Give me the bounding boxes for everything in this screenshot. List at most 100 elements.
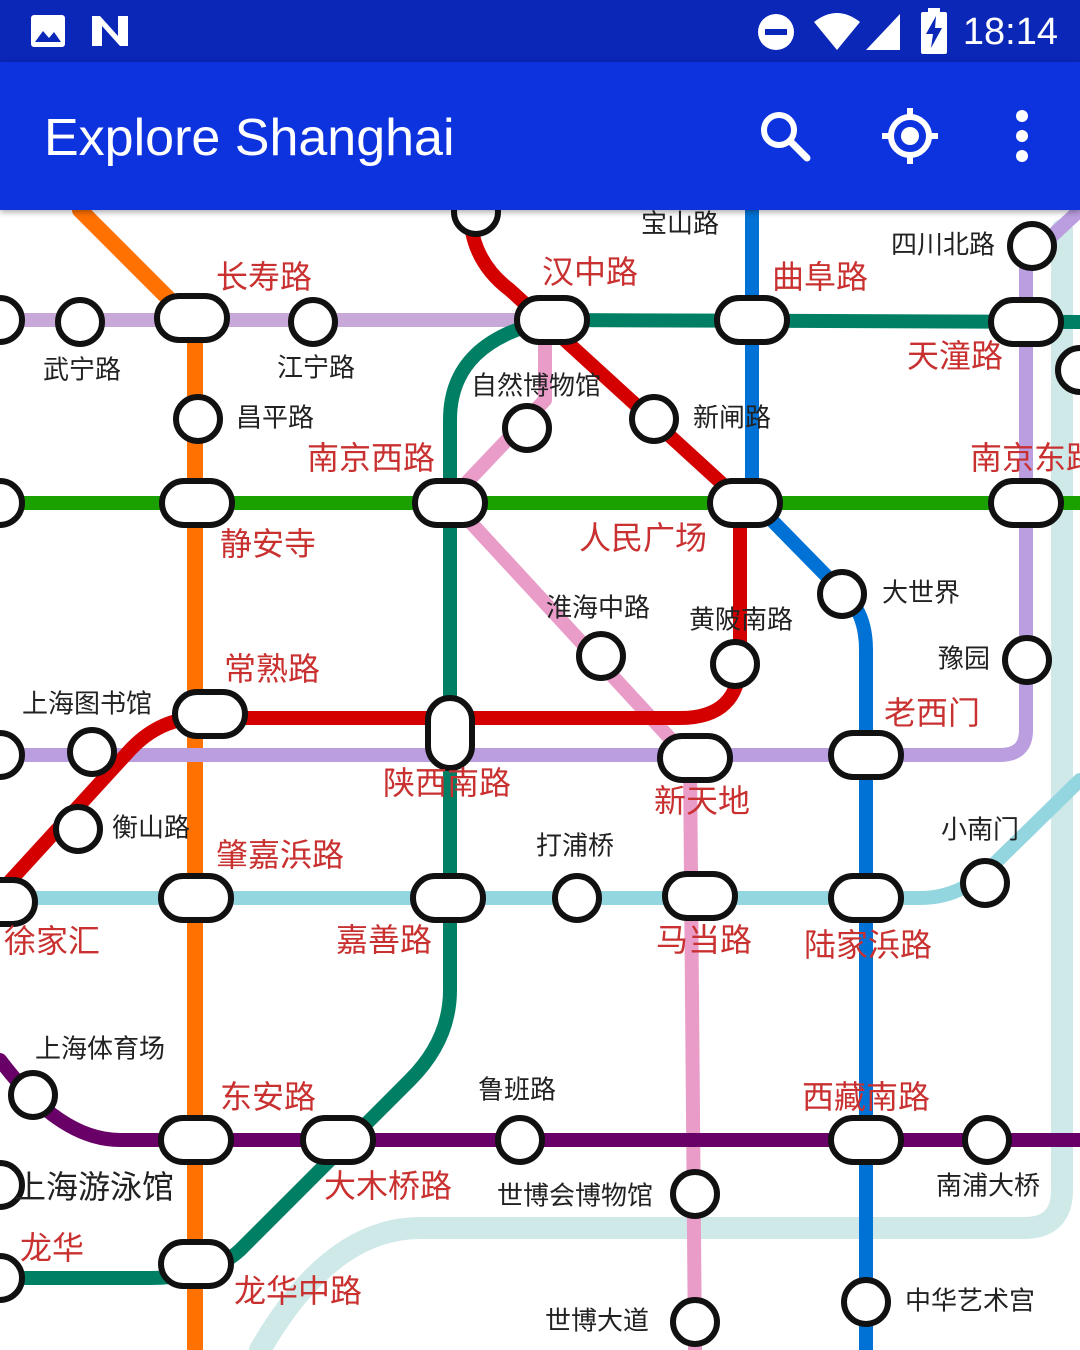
station-label[interactable]: 东安路 — [220, 1078, 316, 1116]
station-node[interactable] — [8, 1070, 58, 1120]
station-node[interactable] — [710, 639, 760, 689]
interchange-station-node[interactable] — [425, 695, 475, 771]
more-vert-icon[interactable] — [992, 106, 1052, 166]
interchange-station-node[interactable] — [159, 478, 235, 528]
station-label[interactable]: 中华艺术宫 — [905, 1287, 1035, 1317]
station-node[interactable] — [576, 631, 626, 681]
interchange-station-node[interactable] — [707, 478, 783, 528]
station-label[interactable]: 陕西南路 — [383, 764, 511, 802]
station-node[interactable] — [960, 858, 1010, 908]
interchange-station-node[interactable] — [158, 873, 234, 923]
station-node[interactable] — [67, 727, 117, 777]
station-node[interactable] — [55, 297, 105, 347]
edge-station-node[interactable] — [0, 730, 25, 780]
interchange-station-node[interactable] — [657, 733, 733, 783]
station-label[interactable]: 龙华中路 — [234, 1272, 362, 1310]
station-label[interactable]: 汉中路 — [542, 253, 638, 291]
station-label[interactable]: 自然博物馆 — [471, 372, 601, 402]
station-label[interactable]: 大木桥路 — [324, 1167, 452, 1205]
my-location-icon[interactable] — [880, 106, 940, 166]
station-label[interactable]: 西藏南路 — [802, 1078, 930, 1116]
search-icon[interactable] — [755, 106, 815, 166]
edge-station-node[interactable] — [1055, 345, 1080, 395]
clock: 18:14 — [962, 11, 1058, 53]
station-label[interactable]: 马当路 — [656, 921, 752, 959]
station-label[interactable]: 昌平路 — [236, 404, 314, 434]
station-label[interactable]: 静安寺 — [220, 525, 316, 563]
station-node[interactable] — [495, 1115, 545, 1165]
station-node[interactable] — [670, 1297, 720, 1347]
station-label[interactable]: 四川北路 — [891, 231, 995, 261]
station-label[interactable]: 世博大道 — [545, 1307, 649, 1337]
station-node[interactable] — [552, 873, 602, 923]
station-label[interactable]: 上海体育场 — [35, 1035, 165, 1065]
interchange-station-node[interactable] — [158, 1239, 234, 1289]
station-label[interactable]: 黄陂南路 — [689, 606, 793, 636]
interchange-station-node[interactable] — [828, 1115, 904, 1165]
interchange-station-node[interactable] — [410, 873, 486, 923]
do-not-disturb-icon — [758, 14, 794, 50]
station-label[interactable]: 陆家浜路 — [804, 926, 932, 964]
station-node[interactable] — [1002, 635, 1052, 685]
station-label[interactable]: 打浦桥 — [536, 832, 614, 862]
station-label[interactable]: 龙华 — [20, 1229, 84, 1267]
metro-map[interactable]: 宝山路四川北路汉中路 曲阜路 长寿路武宁路 江宁路 天潼路自然博物馆新闸路 昌平路南京西路… — [0, 210, 1080, 1350]
station-label[interactable]: 长寿路 — [216, 258, 312, 296]
station-label[interactable]: 曲阜路 — [772, 258, 868, 296]
interchange-station-node[interactable] — [172, 689, 248, 739]
edge-station-node[interactable] — [0, 295, 25, 345]
interchange-station-node[interactable] — [514, 295, 590, 345]
station-label[interactable]: 淮海中路 — [546, 594, 650, 624]
station-label[interactable]: 上海游泳馆 — [14, 1168, 174, 1206]
station-node[interactable] — [53, 804, 103, 854]
station-label[interactable]: 徐家汇 — [4, 922, 100, 960]
interchange-station-node[interactable] — [662, 871, 738, 921]
status-bar: 18:14 — [0, 0, 1080, 62]
edge-station-node[interactable] — [451, 210, 501, 237]
station-label[interactable]: 鲁班路 — [478, 1076, 556, 1106]
interchange-station-node[interactable] — [300, 1115, 376, 1165]
station-label[interactable]: 肇嘉浜路 — [216, 836, 344, 874]
interchange-station-node[interactable] — [988, 478, 1064, 528]
station-label[interactable]: 宝山路 — [641, 210, 719, 240]
station-label[interactable]: 老西门 — [884, 694, 980, 732]
station-node[interactable] — [629, 394, 679, 444]
station-node[interactable] — [502, 403, 552, 453]
interchange-station-node[interactable] — [0, 877, 38, 927]
station-label[interactable]: 武宁路 — [43, 356, 121, 386]
station-label[interactable]: 常熟路 — [224, 650, 320, 688]
interchange-station-node[interactable] — [714, 295, 790, 345]
edge-station-node[interactable] — [0, 1253, 25, 1303]
interchange-station-node[interactable] — [828, 730, 904, 780]
station-node[interactable] — [173, 394, 223, 444]
station-label[interactable]: 衡山路 — [112, 814, 190, 844]
station-node[interactable] — [670, 1169, 720, 1219]
station-label[interactable]: 南浦大桥 — [936, 1172, 1040, 1202]
station-node[interactable] — [1007, 221, 1057, 271]
interchange-station-node[interactable] — [828, 873, 904, 923]
station-label[interactable]: 小南门 — [941, 816, 1019, 846]
n-icon — [92, 16, 128, 46]
edge-station-node[interactable] — [0, 478, 25, 528]
station-label[interactable]: 新闸路 — [693, 404, 771, 434]
station-label[interactable]: 南京东路 — [970, 439, 1080, 477]
station-label[interactable]: 南京西路 — [307, 439, 435, 477]
station-label[interactable]: 豫园 — [938, 645, 990, 675]
station-label[interactable]: 人民广场 — [579, 519, 707, 557]
station-node[interactable] — [817, 569, 867, 619]
station-label[interactable]: 新天地 — [654, 782, 750, 820]
station-label[interactable]: 大世界 — [882, 579, 960, 609]
interchange-station-node[interactable] — [412, 478, 488, 528]
station-node[interactable] — [288, 297, 338, 347]
station-label[interactable]: 上海图书馆 — [22, 690, 152, 720]
station-label[interactable]: 世博会博物馆 — [497, 1182, 653, 1212]
station-label[interactable]: 江宁路 — [277, 354, 355, 384]
station-node[interactable] — [841, 1277, 891, 1327]
station-node[interactable] — [962, 1115, 1012, 1165]
station-label[interactable]: 天潼路 — [907, 337, 1003, 375]
metro-line8 — [745, 210, 873, 1350]
wifi-icon — [814, 13, 860, 50]
interchange-station-node[interactable] — [158, 1115, 234, 1165]
interchange-station-node[interactable] — [154, 293, 230, 343]
station-label[interactable]: 嘉善路 — [336, 921, 432, 959]
